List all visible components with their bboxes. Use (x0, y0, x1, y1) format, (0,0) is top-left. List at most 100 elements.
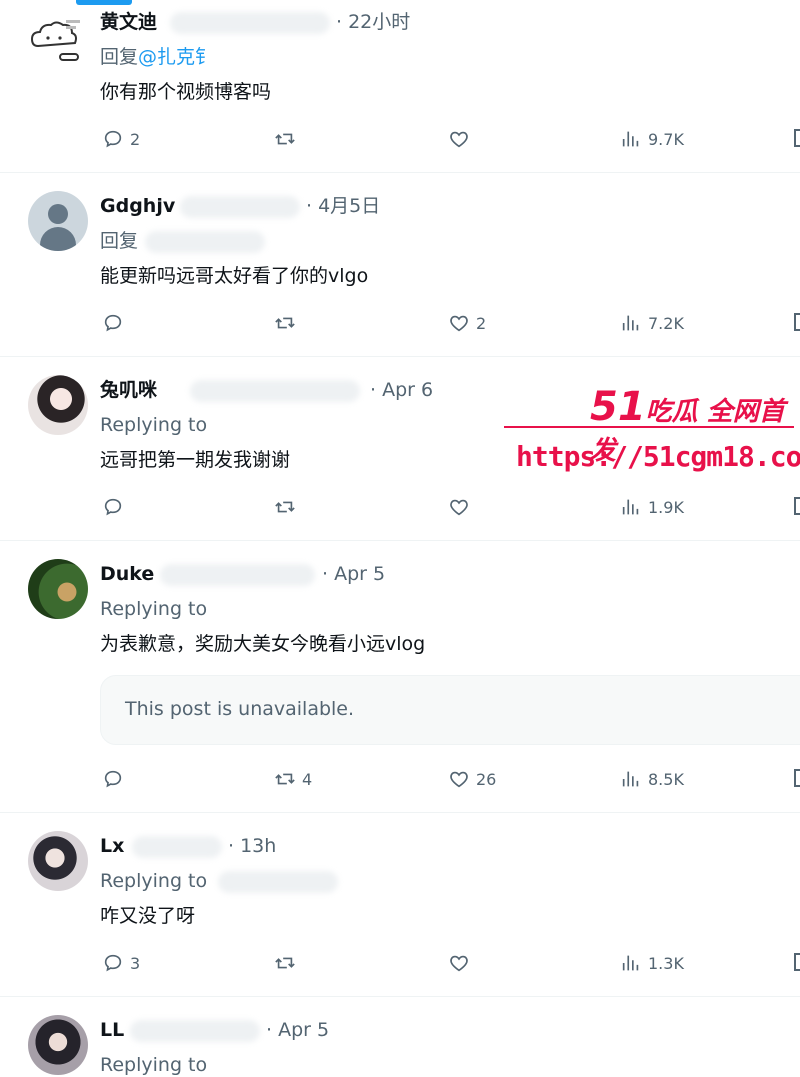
views-button[interactable]: 7.2K (620, 309, 684, 337)
post[interactable]: Duke · Apr 5 Replying to 为表歉意，奖励大美女今晚看小远… (0, 541, 800, 811)
reply-icon (104, 954, 122, 972)
reply-button[interactable]: 3 (102, 949, 140, 977)
post[interactable]: 黄文迪 · 22小时 回复@扎克钅 你有那个视频博客吗 2 9.7K (0, 0, 800, 172)
reply-mention-link[interactable]: @扎克钅 (138, 46, 214, 68)
repost-icon (275, 957, 295, 969)
reply-button[interactable] (102, 765, 130, 793)
repost-icon (275, 773, 295, 785)
post[interactable]: Gdghjv · 4月5日 回复 能更新吗远哥太好看了你的vlgo 2 7.2K (0, 173, 800, 355)
avatar[interactable] (28, 1015, 88, 1075)
view-count: 1.3K (648, 953, 684, 973)
repost-count: 4 (302, 769, 313, 789)
handle-redacted (130, 1020, 260, 1042)
view-count: 8.5K (648, 769, 684, 789)
repost-button[interactable] (274, 125, 302, 153)
views-button[interactable]: 8.5K (620, 765, 684, 793)
author-name[interactable]: LL (100, 1018, 124, 1042)
views-button[interactable]: 1.3K (620, 949, 684, 977)
reply-button[interactable] (102, 493, 130, 521)
bookmark-icon[interactable] (794, 953, 800, 971)
handle-redacted (190, 380, 360, 402)
post-timestamp[interactable]: · Apr 5 (322, 562, 385, 586)
post-text: 能更新吗远哥太好看了你的vlgo (100, 265, 369, 287)
author-name[interactable]: 黄文迪 (100, 10, 157, 34)
repost-button[interactable] (274, 493, 302, 521)
post-text: 远哥把第一期发我谢谢 (100, 449, 291, 471)
watermark-divider (504, 426, 794, 428)
reply-prefix: 回复 (100, 230, 139, 252)
post-actions: 2 7.2K (0, 309, 800, 337)
author-name[interactable]: Duke (100, 562, 154, 586)
repost-button[interactable] (274, 949, 302, 977)
mention-redacted (145, 231, 265, 253)
reply-button[interactable]: 2 (102, 125, 140, 153)
quoted-post-status: This post is unavailable. (125, 698, 355, 720)
post-timestamp[interactable]: · 4月5日 (306, 194, 380, 218)
views-icon (622, 771, 639, 787)
reply-context: Replying to (100, 597, 207, 621)
reply-icon (104, 130, 122, 148)
bookmark-icon[interactable] (794, 497, 800, 515)
avatar[interactable] (28, 10, 88, 70)
repost-icon (275, 133, 295, 145)
author-name[interactable]: Lx (100, 834, 124, 858)
post-timestamp[interactable]: · 13h (228, 834, 276, 858)
like-count: 2 (476, 313, 487, 333)
author-name[interactable]: Gdghjv (100, 194, 175, 218)
repost-icon (275, 501, 295, 513)
reply-context: Replying to (100, 1053, 207, 1077)
reply-context: 回复 (100, 229, 138, 253)
mention-redacted (218, 871, 338, 893)
author-name[interactable]: 兔叽咪 (100, 378, 157, 402)
repost-button[interactable]: 4 (274, 765, 312, 793)
views-icon (622, 499, 639, 515)
handle-redacted (180, 196, 300, 218)
reply-context: 回复@扎克钅 (100, 45, 214, 69)
reply-icon (104, 314, 122, 332)
watermark-url: https://51cgm18.com (516, 440, 800, 473)
repost-button[interactable] (274, 309, 302, 337)
reply-prefix: 回复 (100, 46, 139, 68)
views-button[interactable]: 1.9K (620, 493, 684, 521)
bookmark-icon[interactable] (794, 769, 800, 787)
bookmark-icon[interactable] (794, 129, 800, 147)
bookmark-icon[interactable] (794, 313, 800, 331)
heart-icon (450, 315, 468, 332)
like-button[interactable] (448, 125, 476, 153)
like-button[interactable] (448, 949, 476, 977)
post[interactable]: LL · Apr 5 Replying to (0, 997, 800, 1076)
heart-icon (450, 499, 468, 516)
avatar[interactable] (28, 559, 88, 619)
post-timestamp[interactable]: · Apr 6 (370, 378, 433, 402)
post-timestamp[interactable]: · 22小时 (336, 10, 410, 34)
watermark-number: 51 (590, 384, 646, 430)
view-count: 7.2K (648, 313, 684, 333)
post[interactable]: Lx · 13h Replying to 咋又没了呀 3 1.3K (0, 813, 800, 995)
quoted-post-card[interactable]: This post is unavailable. (100, 675, 800, 745)
avatar[interactable] (28, 831, 88, 891)
reply-prefix: Replying to (100, 870, 208, 892)
reply-prefix: Replying to (100, 598, 208, 620)
reply-context: Replying to (100, 869, 207, 893)
like-button[interactable]: 2 (448, 309, 486, 337)
handle-redacted (160, 564, 315, 586)
heart-icon (450, 131, 468, 148)
reply-context: Replying to (100, 413, 207, 437)
like-button[interactable]: 26 (448, 765, 496, 793)
reply-button[interactable] (102, 309, 130, 337)
repost-icon (275, 317, 295, 329)
handle-redacted (132, 836, 222, 858)
views-button[interactable]: 9.7K (620, 125, 684, 153)
handle-redacted (170, 12, 330, 34)
reply-count: 3 (130, 953, 141, 973)
post-timestamp[interactable]: · Apr 5 (266, 1018, 329, 1042)
avatar[interactable] (28, 191, 88, 251)
view-count: 1.9K (648, 497, 684, 517)
like-button[interactable] (448, 493, 476, 521)
avatar[interactable] (28, 375, 88, 435)
reply-icon (104, 498, 122, 516)
reply-count: 2 (130, 129, 141, 149)
post-text: 为表歉意，奖励大美女今晚看小远vlog (100, 633, 426, 655)
heart-icon (450, 771, 468, 788)
views-icon (622, 131, 639, 147)
